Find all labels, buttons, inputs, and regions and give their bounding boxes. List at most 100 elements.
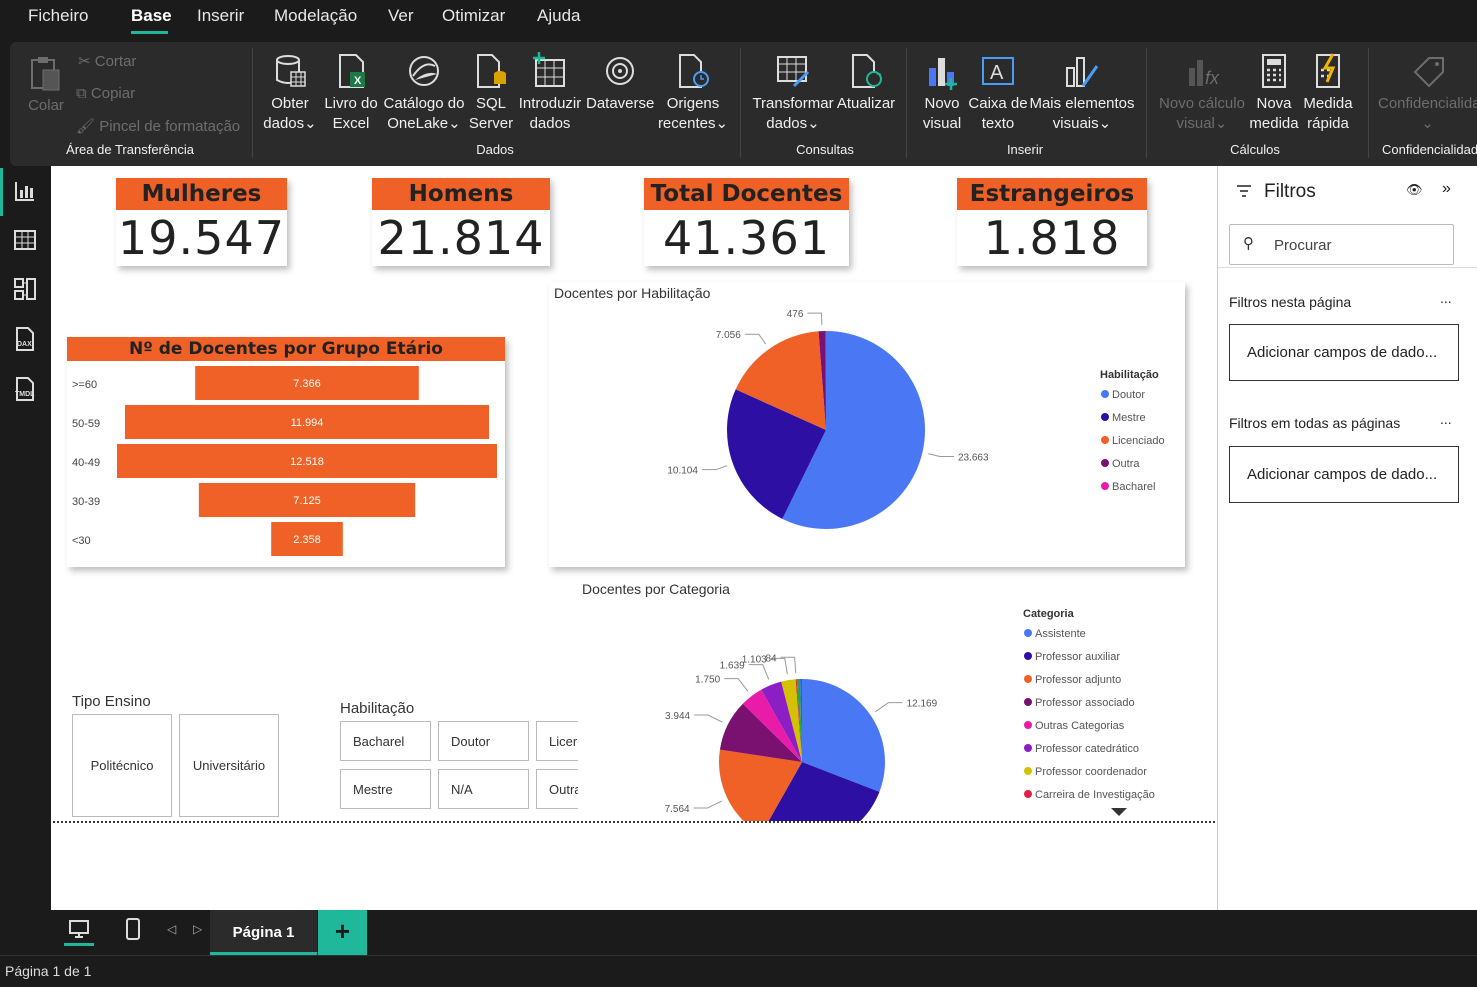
quick-measure-label-1: Medida <box>1303 95 1353 112</box>
quick-measure-button[interactable]: Medida rápida <box>1300 52 1356 134</box>
enter-data-label-1: Introduzir <box>518 95 582 112</box>
group-label-clipboard: Área de Transferência <box>66 142 194 157</box>
cut-label: Cortar <box>94 53 137 70</box>
recent-sources-button[interactable]: Origens recentes⌄ <box>656 52 730 134</box>
cat-leader-line <box>748 664 770 680</box>
more-options-icon[interactable]: ... <box>1440 290 1452 306</box>
menu-ver[interactable]: Ver <box>388 6 414 26</box>
sensitivity-button[interactable]: Confidencialidade ⌄ <box>1378 52 1477 134</box>
add-page-button[interactable]: + <box>318 910 367 955</box>
add-fields-this-page[interactable]: Adicionar campos de dado... <box>1229 324 1459 381</box>
cat-legend-item: Professor auxiliar <box>1035 651 1120 663</box>
cat-data-label: 7.564 <box>665 804 690 815</box>
search-placeholder: Procurar <box>1274 237 1332 254</box>
add-fields-all-pages[interactable]: Adicionar campos de dado... <box>1229 446 1459 503</box>
menu-otimizar[interactable]: Otimizar <box>442 6 505 26</box>
slicer-item-licenciado[interactable]: Licer <box>536 721 578 761</box>
age-chart-plot: >=60 7.366 50-59 11.994 40-49 12.518 30-39 7.12… <box>72 366 497 556</box>
menu-ficheiro[interactable]: Ficheiro <box>28 6 88 26</box>
desktop-layout-icon[interactable] <box>68 918 90 940</box>
refresh-button[interactable]: Atualizar <box>836 52 896 114</box>
slicer-item-outra[interactable]: Outra <box>536 769 578 809</box>
page-boundary-line <box>53 821 1215 823</box>
format-painter-button[interactable]: 🖌 Pincel de formatação <box>76 117 240 135</box>
chevron-down-icon: ⌄ <box>448 115 461 132</box>
table-view-icon[interactable] <box>12 227 38 253</box>
dax-query-icon[interactable]: DAX <box>12 326 38 352</box>
group-label-queries: Consultas <box>796 142 854 157</box>
new-calc-label-2: visual <box>1176 115 1215 132</box>
menu-ajuda[interactable]: Ajuda <box>537 6 580 26</box>
kpi-card-homens[interactable]: Homens 21.814 <box>372 178 550 266</box>
model-view-icon[interactable] <box>12 276 38 302</box>
new-visual-button[interactable]: Novo visual <box>916 52 968 134</box>
transform-data-button[interactable]: Transformar dados⌄ <box>752 52 834 134</box>
page-tab-bar: ◁ ▷ Página 1 + <box>0 910 1477 955</box>
menu-base[interactable]: Base <box>131 6 172 26</box>
kpi-value: 1.818 <box>983 211 1121 265</box>
habilitacao-chart[interactable]: Docentes por Habilitação 23.663 10.104 7.0… <box>549 282 1185 567</box>
transform-icon <box>777 56 810 88</box>
hab-legend-item: Mestre <box>1112 412 1146 424</box>
more-visuals-button[interactable]: Mais elementos visuais⌄ <box>1028 52 1136 134</box>
cat-legend-item: Professor catedrático <box>1035 743 1139 755</box>
copy-label: Copiar <box>90 85 136 102</box>
age-group-chart[interactable]: Nº de Docentes por Grupo Etário >=60 7.36… <box>67 337 505 567</box>
dataverse-button[interactable]: Dataverse <box>586 52 654 114</box>
more-options-icon[interactable]: ... <box>1440 411 1452 427</box>
filters-search-input[interactable]: ⚲ Procurar <box>1229 224 1454 265</box>
chevron-down-icon: ⌄ <box>304 115 317 132</box>
hab-legend-item: Bacharel <box>1112 481 1155 493</box>
svg-text:DAX: DAX <box>17 341 32 348</box>
view-rail: DAX TMDL <box>0 166 50 910</box>
slicer-item-na[interactable]: N/A <box>438 769 529 809</box>
hab-legend-title: Habilitação <box>1100 369 1159 381</box>
get-data-button[interactable]: Obter dados⌄ <box>262 52 318 134</box>
tmdl-view-icon[interactable]: TMDL <box>12 376 38 402</box>
excel-button[interactable]: X Livro do Excel <box>322 52 380 134</box>
svg-text:A: A <box>990 62 1004 84</box>
eye-icon[interactable]: 👁 <box>1406 182 1423 198</box>
hab-data-label: 23.663 <box>958 452 989 463</box>
kpi-card-estrangeiros[interactable]: Estrangeiros 1.818 <box>957 178 1147 266</box>
paste-button[interactable]: Colar <box>22 54 70 116</box>
next-page-icon[interactable]: ▷ <box>193 922 202 936</box>
slicer-item-universitario[interactable]: Universitário <box>179 714 279 817</box>
tab-pagina-1[interactable]: Página 1 <box>210 910 317 955</box>
collapse-pane-icon[interactable]: » <box>1442 180 1451 198</box>
excel-label-2: Excel <box>332 115 370 132</box>
sql-server-button[interactable]: SQL Server <box>468 52 514 134</box>
new-measure-button[interactable]: Nova medida <box>1248 52 1300 134</box>
report-view-icon[interactable] <box>12 178 38 204</box>
filter-icon <box>1237 185 1251 197</box>
onelake-button[interactable]: Catálogo do OneLake⌄ <box>380 52 468 134</box>
recent-label-2: recentes <box>657 115 716 132</box>
slicer-item-doutor[interactable]: Doutor <box>438 721 529 761</box>
onelake-icon <box>409 56 439 86</box>
slicer-item-politecnico[interactable]: Politécnico <box>72 714 172 817</box>
hab-leader-line <box>744 333 767 345</box>
cat-legend-item: Carreira de Investigação <box>1035 789 1155 801</box>
sensitivity-label: Confidencialidade <box>1378 95 1477 112</box>
mobile-layout-icon[interactable] <box>125 918 141 940</box>
slicer-item-bacharel[interactable]: Bacharel <box>340 721 431 761</box>
cat-data-label: 84 <box>765 653 777 664</box>
age-bar-label: 7.366 <box>293 378 321 390</box>
copy-button[interactable]: ⧉ Copiar <box>76 85 135 102</box>
group-label-insert: Inserir <box>1006 142 1044 157</box>
chevron-down-icon: ⌄ <box>715 115 729 132</box>
menu-modelacao[interactable]: Modelação <box>274 6 357 26</box>
kpi-card-total-docentes[interactable]: Total Docentes 41.361 <box>644 178 849 266</box>
textbox-button[interactable]: A Caixa de texto <box>968 52 1028 134</box>
excel-icon: X <box>339 54 365 88</box>
enter-data-button[interactable]: Introduzir dados <box>516 52 584 134</box>
recent-file-icon <box>679 54 709 88</box>
new-visual-calc-button[interactable]: fx Novo cálculo visual⌄ <box>1156 52 1248 134</box>
slicer-item-mestre[interactable]: Mestre <box>340 769 431 809</box>
cut-button[interactable]: ✂ Cortar <box>78 52 136 70</box>
cat-chart-plot[interactable]: 12.16910.7797.5643.9441.7501.6391.10384C… <box>611 596 1191 821</box>
prev-page-icon[interactable]: ◁ <box>167 922 176 936</box>
menu-inserir[interactable]: Inserir <box>197 6 244 26</box>
kpi-card-mulheres[interactable]: Mulheres 19.547 <box>116 178 287 266</box>
more-visuals-label-2: visuais <box>1052 115 1099 132</box>
